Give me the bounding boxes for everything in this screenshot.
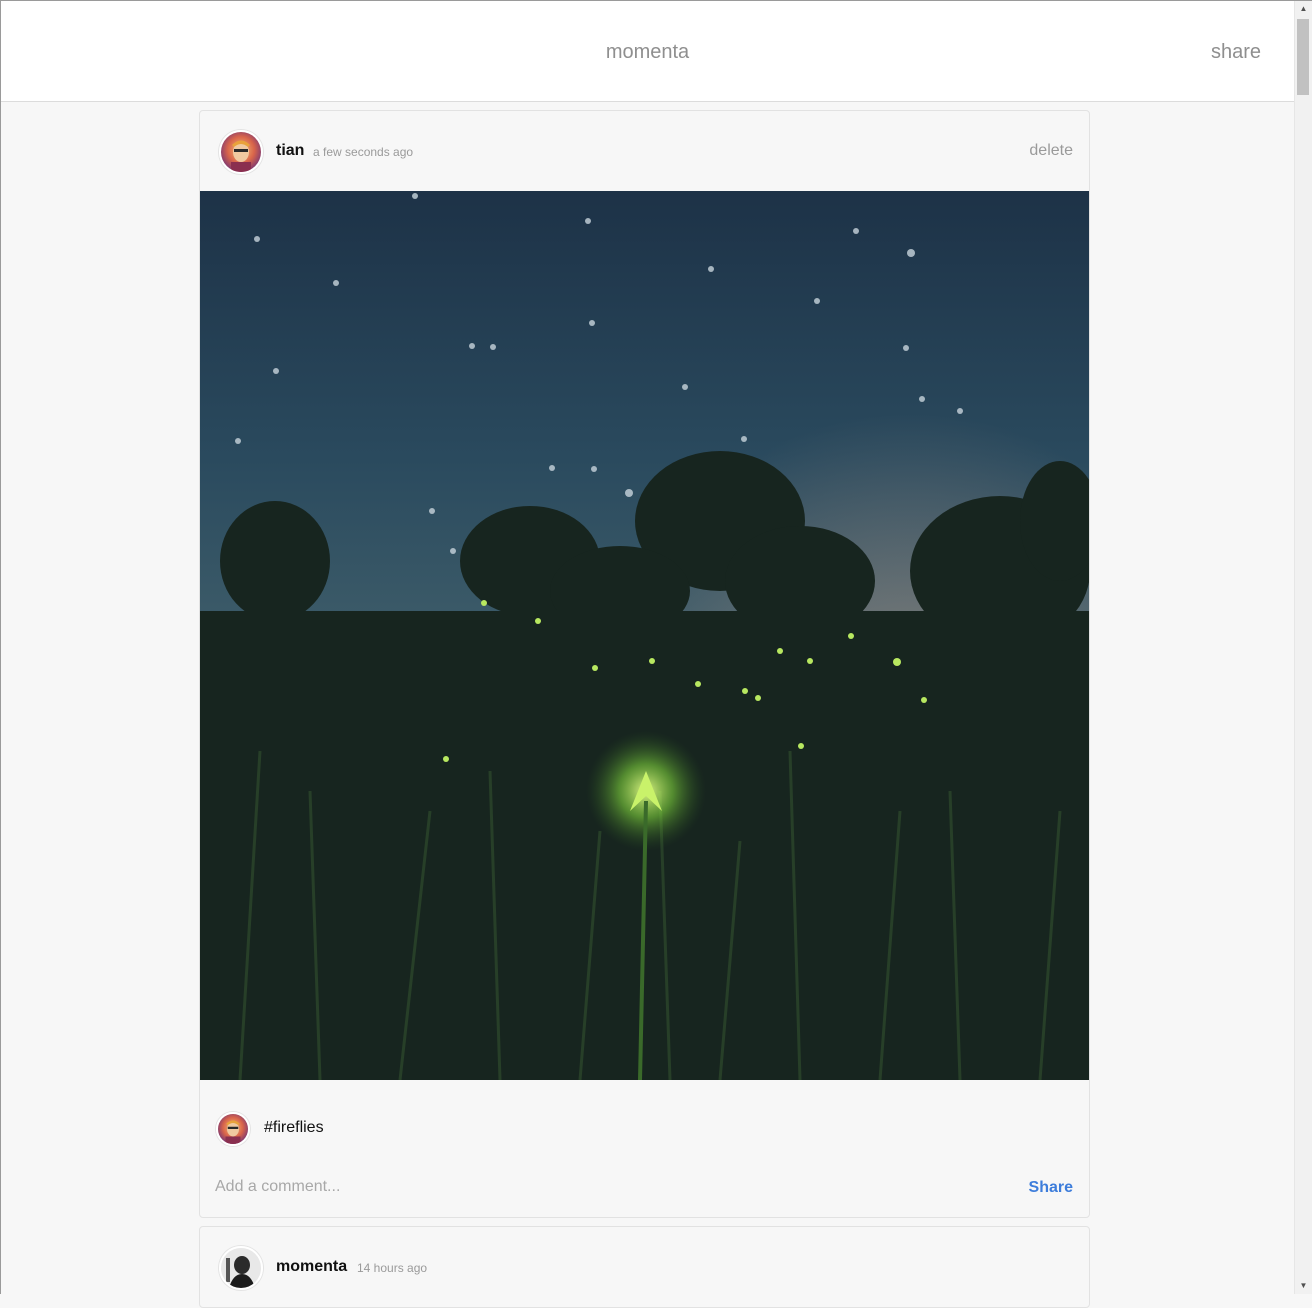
share-nav-link[interactable]: share [1211, 41, 1261, 64]
user-avatar[interactable] [219, 130, 263, 174]
share-comment-button[interactable]: Share [1029, 1179, 1073, 1197]
post-card: momenta 14 hours ago [199, 1226, 1090, 1308]
delete-post-button[interactable]: delete [1029, 142, 1073, 160]
user-avatar[interactable] [219, 1246, 263, 1290]
window-frame-left [0, 0, 1, 1294]
caption-author-avatar[interactable] [216, 1112, 250, 1146]
post-timestamp: 14 hours ago [357, 1261, 428, 1275]
page-scrollbar[interactable]: ▲ ▼ [1294, 1, 1312, 1294]
post-image [200, 191, 1089, 1080]
post-photo [200, 191, 1089, 1080]
top-header: momenta share [1, 1, 1294, 102]
post-username[interactable]: tian [276, 142, 304, 160]
scroll-up-arrow-icon[interactable]: ▲ [1295, 1, 1312, 17]
scroll-thumb[interactable] [1297, 19, 1309, 95]
post-username[interactable]: momenta [276, 1258, 347, 1276]
brand-logo[interactable]: momenta [1, 41, 1294, 64]
post-card: tian a few seconds ago delete #fireflies… [199, 110, 1090, 1218]
post-caption[interactable]: #fireflies [264, 1119, 324, 1137]
scroll-down-arrow-icon[interactable]: ▼ [1295, 1278, 1312, 1294]
comment-input[interactable] [215, 1175, 975, 1199]
post-timestamp: a few seconds ago [313, 145, 414, 159]
